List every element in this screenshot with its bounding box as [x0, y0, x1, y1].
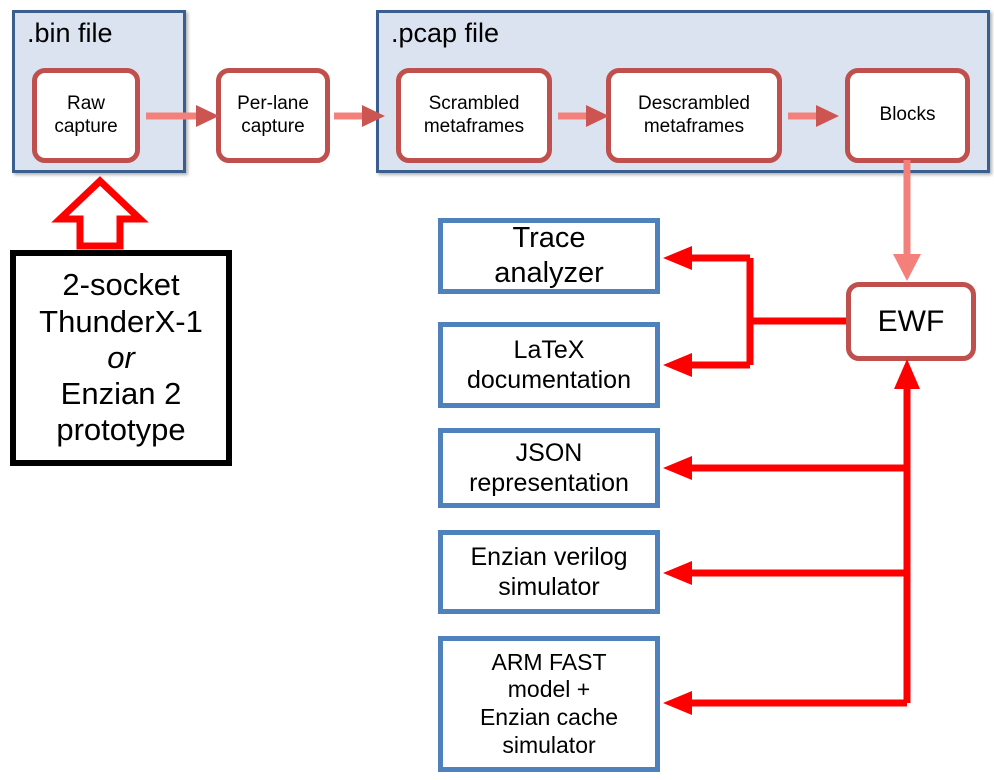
hardware-source-box: 2-socket ThunderX-1 or Enzian 2 prototyp… [10, 250, 232, 466]
stage-box-descrambled-metaframes-label: Descrambled metaframes [638, 93, 750, 137]
stage-box-per-lane-capture-label: Per-lane capture [237, 93, 309, 137]
arrowhead-trace-analyzer [663, 246, 692, 270]
output-box-enzian-verilog-simulator[interactable]: Enzian verilog simulator [438, 530, 660, 614]
ewf-box[interactable]: EWF [846, 282, 976, 361]
stage-box-scrambled-metaframes-label: Scrambled metaframes [423, 93, 525, 137]
output-box-latex-documentation[interactable]: LaTeX documentation [438, 322, 660, 408]
hardware-line-4: Enzian 2 [60, 376, 182, 412]
pcap-file-panel-title: .pcap file [391, 18, 500, 48]
stage-box-raw-capture-label: Raw capture [54, 93, 118, 137]
output-box-enzian-verilog-simulator-label: Enzian verilog simulator [470, 543, 628, 601]
arrowhead-json-representation [663, 456, 692, 480]
hardware-line-3: or [107, 339, 135, 375]
stage-box-blocks-label: Blocks [879, 104, 936, 126]
arrow-blocks-to-ewf [893, 160, 921, 281]
arrow-hardware-to-bin-file [51, 176, 149, 250]
output-box-latex-documentation-label: LaTeX documentation [466, 336, 631, 394]
bin-file-panel-title: .bin file [27, 18, 113, 48]
pipeline-diagram: .bin file Raw capture Per-lane capture .… [0, 0, 994, 780]
hardware-line-5: prototype [56, 412, 186, 448]
stage-box-scrambled-metaframes[interactable]: Scrambled metaframes [396, 68, 552, 163]
output-box-arm-fast-model[interactable]: ARM FAST model + Enzian cache simulator [438, 636, 660, 772]
arrow-ewf-to-trace-and-latex [688, 254, 846, 369]
stage-box-raw-capture[interactable]: Raw capture [32, 68, 140, 163]
stage-box-per-lane-capture[interactable]: Per-lane capture [216, 68, 330, 163]
output-box-trace-analyzer-label: Trace analyzer [494, 222, 604, 289]
arrowhead-enzian-verilog-simulator [663, 561, 692, 585]
output-box-json-representation-label: JSON representation [469, 439, 629, 497]
output-box-json-representation[interactable]: JSON representation [438, 428, 660, 508]
output-box-arm-fast-model-label: ARM FAST model + Enzian cache simulator [479, 648, 619, 758]
arrowhead-ewf-up [894, 359, 920, 389]
stage-box-blocks[interactable]: Blocks [845, 68, 970, 163]
ewf-box-label: EWF [877, 304, 945, 338]
arrow-outputs-to-ewf-trunk [688, 386, 911, 707]
output-box-trace-analyzer[interactable]: Trace analyzer [438, 218, 660, 294]
hardware-line-1: 2-socket [62, 267, 180, 303]
stage-box-descrambled-metaframes[interactable]: Descrambled metaframes [606, 68, 782, 163]
arrowhead-latex-documentation [663, 353, 692, 377]
hardware-line-2: ThunderX-1 [39, 303, 203, 339]
arrowhead-arm-fast-model [663, 691, 692, 715]
